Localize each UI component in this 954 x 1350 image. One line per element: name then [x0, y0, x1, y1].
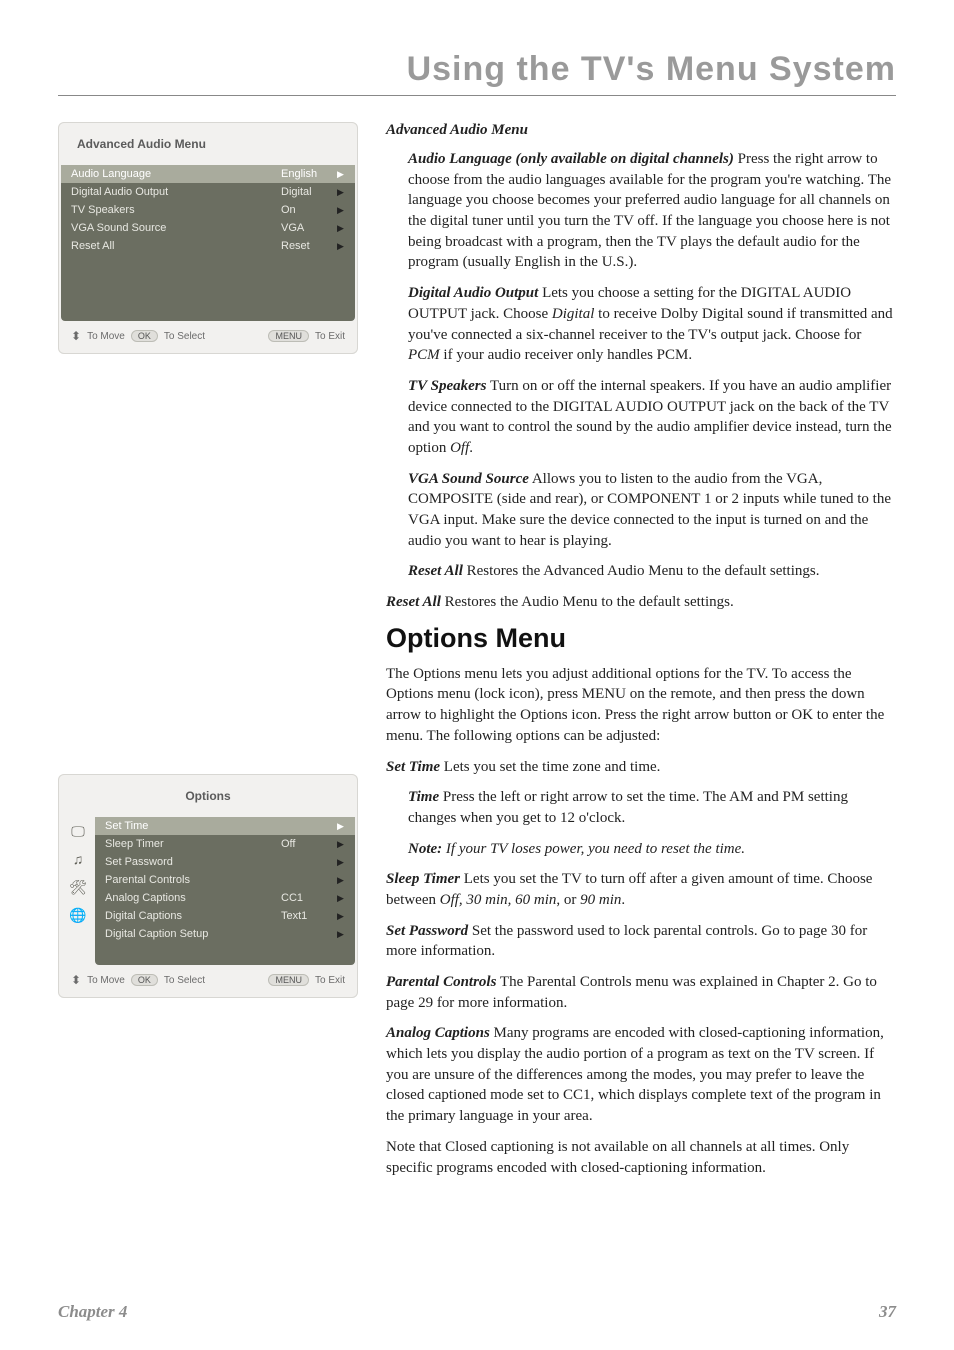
paragraph: Sleep Timer Lets you set the TV to turn …	[386, 869, 896, 910]
paragraph: Audio Language (only available on digita…	[386, 149, 896, 273]
page-header: Using the TV's Menu System	[58, 50, 896, 89]
paragraph: VGA Sound Source Allows you to listen to…	[386, 469, 896, 552]
paragraph: Digital Audio Output Lets you choose a s…	[386, 283, 896, 366]
options-menu-heading: Options Menu	[386, 623, 896, 654]
menu-row: Digital CaptionsText1▶	[95, 907, 355, 925]
paragraph: Reset All Restores the Audio Menu to the…	[386, 592, 896, 613]
picture-icon: 🖵	[66, 819, 90, 843]
updown-icon	[71, 329, 81, 343]
menu-row: Analog CaptionsCC1▶	[95, 889, 355, 907]
menu-row: Digital Caption Setup▶	[95, 925, 355, 943]
menu-row: Audio LanguageEnglish▶	[61, 165, 355, 183]
menu-nav-hints: To Move OK To Select MENU To Exit	[61, 965, 355, 995]
options-menu-screenshot: Options 🖵 ♫ 🛠 🌐 Set Time▶ Sleep TimerOff…	[58, 774, 358, 998]
menu-row: Parental Controls▶	[95, 871, 355, 889]
paragraph: Note that Closed captioning is not avail…	[386, 1137, 896, 1178]
menu-row: Set Password▶	[95, 853, 355, 871]
sound-icon: ♫	[66, 847, 90, 871]
chapter-label: Chapter 4	[58, 1302, 127, 1322]
paragraph: Parental Controls The Parental Controls …	[386, 972, 896, 1013]
note: Note: If your TV loses power, you need t…	[386, 839, 896, 860]
menu-title: Options	[61, 777, 355, 817]
page-number: 37	[879, 1302, 896, 1322]
menu-row: TV SpeakersOn▶	[61, 201, 355, 219]
paragraph: The Options menu lets you adjust additio…	[386, 664, 896, 747]
globe-icon: 🌐	[66, 903, 90, 927]
menu-row: Reset AllReset▶	[61, 237, 355, 255]
paragraph: Time Press the left or right arrow to se…	[386, 787, 896, 828]
menu-row: Sleep TimerOff▶	[95, 835, 355, 853]
paragraph: Analog Captions Many programs are encode…	[386, 1023, 896, 1126]
paragraph: Reset All Restores the Advanced Audio Me…	[386, 561, 896, 582]
advanced-audio-menu-screenshot: Advanced Audio Menu Audio LanguageEnglis…	[58, 122, 358, 354]
menu-title: Advanced Audio Menu	[61, 125, 355, 165]
section-heading: Advanced Audio Menu	[386, 122, 896, 139]
header-rule	[58, 95, 896, 96]
paragraph: Set Time Lets you set the time zone and …	[386, 757, 896, 778]
updown-icon	[71, 973, 81, 987]
menu-row: Digital Audio OutputDigital▶	[61, 183, 355, 201]
tools-icon: 🛠	[66, 875, 90, 899]
paragraph: Set Password Set the password used to lo…	[386, 921, 896, 962]
menu-nav-hints: To Move OK To Select MENU To Exit	[61, 321, 355, 351]
menu-row: VGA Sound SourceVGA▶	[61, 219, 355, 237]
page-footer: Chapter 4 37	[58, 1302, 896, 1322]
paragraph: TV Speakers Turn on or off the internal …	[386, 376, 896, 459]
menu-row: Set Time▶	[95, 817, 355, 835]
